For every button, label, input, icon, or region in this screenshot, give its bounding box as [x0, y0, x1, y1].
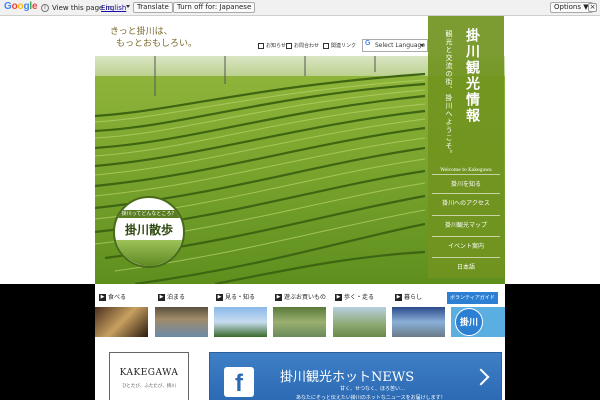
news-line-1: 甘く、せつなく、ほろ苦い…: [340, 386, 406, 392]
thumb-walking[interactable]: [333, 307, 386, 337]
thumb-living[interactable]: [392, 307, 445, 337]
chevron-right-icon: [472, 368, 490, 386]
tagline-line-2: もっとおもしろい。: [116, 39, 198, 49]
site-tagline[interactable]: きっと掛川は、 もっとおもしろい。: [110, 26, 220, 50]
category-play-shop[interactable]: ▶ 遊ぶお買いもの: [275, 292, 326, 304]
info-icon[interactable]: i: [41, 4, 49, 12]
sidebar-title: 掛川観光情報: [464, 28, 480, 124]
kakegawa-subtitle: ひとたび、ふたたび、掛川: [122, 384, 176, 389]
news-link[interactable]: お知らせ: [258, 42, 286, 49]
thumb-volunteer[interactable]: 掛川: [451, 307, 505, 337]
chevron-down-icon: [420, 44, 424, 47]
thumb-food[interactable]: [95, 307, 148, 337]
turn-off-button[interactable]: Turn off for: Japanese: [173, 2, 256, 13]
translate-bar: Google i View this page in: English Tran…: [0, 0, 600, 16]
menu-item-japanese[interactable]: 日本語: [432, 257, 500, 276]
arrow-icon: [323, 42, 329, 49]
right-background: [505, 284, 600, 400]
menu-item-about[interactable]: 掛川を知る: [432, 174, 500, 193]
category-living[interactable]: ▶ 暮らし: [395, 292, 422, 304]
left-background: [0, 284, 95, 400]
thumb-hotel[interactable]: [155, 307, 208, 337]
arrow-icon: ▶: [395, 294, 402, 301]
category-bar: ▶ 食べる ▶ 泊まる ▶ 見る・知る ▶ 遊ぶお買いもの ▶ 歩く・走る ▶ 暮らし ボラ…: [95, 292, 505, 304]
google-logo: Google: [4, 1, 38, 12]
sidebar-panel: 掛川観光情報 観光と交流の街、掛川へようこそ。 Welcome to Kakeg…: [428, 16, 504, 278]
kakegawa-banner[interactable]: KAKEGAWA ひとたび、ふたたび、掛川: [109, 352, 189, 400]
chevron-down-icon: [126, 5, 130, 8]
category-see[interactable]: ▶ 見る・知る: [216, 292, 255, 304]
category-walk-run[interactable]: ▶ 歩く・走る: [335, 292, 374, 304]
related-links-link[interactable]: 関連リンク: [323, 42, 356, 49]
contact-link[interactable]: お問合わせ: [286, 42, 319, 49]
volunteer-badge: 掛川: [455, 308, 483, 336]
arrow-icon: [286, 42, 292, 49]
badge-title: 掛川散歩: [124, 223, 173, 237]
category-eat[interactable]: ▶ 食べる: [99, 292, 126, 304]
category-volunteer-guide[interactable]: ボランティアガイド: [447, 292, 498, 304]
arrow-icon: ▶: [335, 294, 342, 301]
arrow-icon: ▶: [216, 294, 223, 301]
menu-item-events[interactable]: イベント案内: [432, 236, 500, 255]
arrow-icon: [258, 42, 264, 49]
badge-photo: [115, 240, 183, 266]
menu-item-map[interactable]: 掛川観光マップ: [432, 215, 500, 234]
language-select[interactable]: G Select Language: [362, 39, 428, 52]
welcome-text: Welcome to Kakegawa: [440, 168, 492, 173]
translate-button[interactable]: Translate: [133, 2, 173, 13]
news-title: 掛川観光ホットNEWS: [280, 370, 415, 385]
arrow-icon: ▶: [158, 294, 165, 301]
close-icon[interactable]: ×: [588, 3, 597, 12]
tagline-line-1: きっと掛川は、: [110, 27, 173, 37]
category-stay[interactable]: ▶ 泊まる: [158, 292, 185, 304]
facebook-news-banner[interactable]: f 掛川観光ホットNEWS 甘く、せつなく、ほろ苦い… あなたにそっと伝えたい掛…: [209, 352, 502, 401]
arrow-icon: ▶: [99, 294, 106, 301]
thumb-castle[interactable]: [214, 307, 267, 337]
badge-caption: 掛川ってどんなところ？: [115, 210, 183, 218]
arrow-icon: ▶: [275, 294, 282, 301]
options-button[interactable]: Options ▼: [550, 2, 593, 13]
thumb-shopping[interactable]: [273, 307, 326, 337]
kakegawa-title: KAKEGAWA: [119, 368, 179, 378]
sidebar-subtitle: 観光と交流の街、掛川へようこそ。: [445, 30, 453, 158]
facebook-icon: f: [224, 367, 254, 397]
google-g-icon: G: [365, 40, 371, 47]
language-dropdown[interactable]: English: [101, 4, 126, 12]
stroll-badge[interactable]: 掛川ってどんなところ？ 掛川散歩: [113, 196, 185, 268]
menu-item-access[interactable]: 掛川へのアクセス: [432, 193, 500, 212]
